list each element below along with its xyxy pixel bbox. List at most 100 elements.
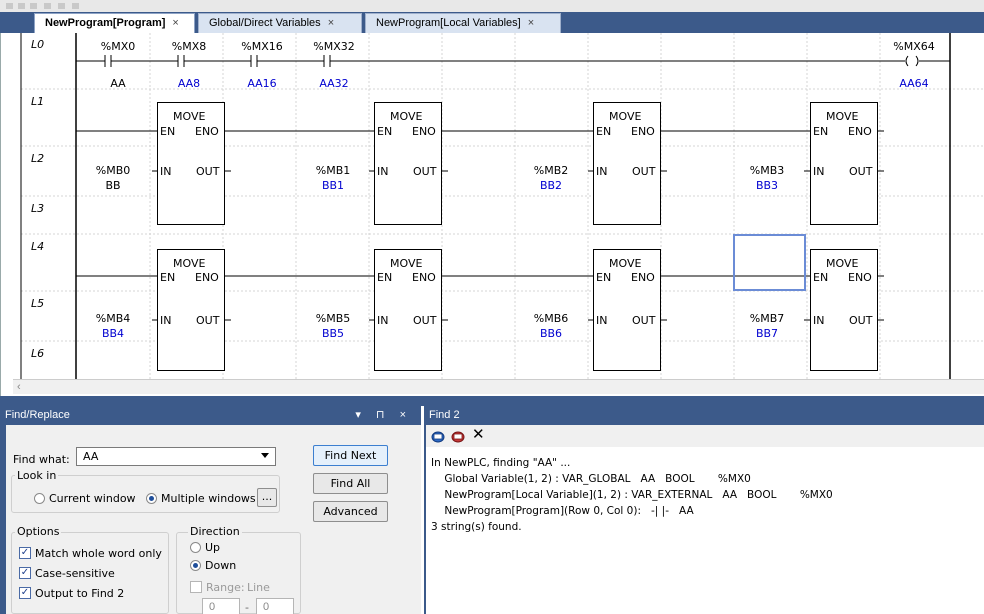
eno-pin: ENO xyxy=(195,125,219,138)
range-checkbox[interactable] xyxy=(190,581,202,593)
find2-output-line[interactable]: Global Variable(1, 2) : VAR_GLOBAL AA BO… xyxy=(431,473,751,485)
look-in-label: Look in xyxy=(15,469,59,482)
output-to-find2-label: Output to Find 2 xyxy=(35,587,125,600)
close-icon[interactable]: × xyxy=(172,17,178,29)
move-block[interactable]: MOVE EN ENO IN OUT xyxy=(374,249,442,371)
in-pin: IN xyxy=(813,314,825,327)
block-title: MOVE xyxy=(173,257,206,270)
find-replace-body: Find what: AA Look in Current window Mul… xyxy=(6,425,421,614)
range-separator: - xyxy=(245,601,249,614)
find2-toolbar: ✕ xyxy=(426,425,984,447)
out-pin: OUT xyxy=(196,314,220,327)
eno-pin: ENO xyxy=(195,271,219,284)
radio-up[interactable] xyxy=(190,542,201,553)
range-from-field[interactable]: 0 xyxy=(202,598,240,614)
rung-0[interactable] xyxy=(76,55,950,67)
move-input-address: %MB6 xyxy=(533,312,569,325)
browse-button[interactable]: ... xyxy=(257,488,277,507)
case-sensitive-checkbox[interactable]: ✓ xyxy=(19,567,31,579)
tab-new-program[interactable]: NewProgram[Program] × xyxy=(34,13,195,33)
multiple-windows-label: Multiple windows xyxy=(161,492,256,505)
cell-cursor[interactable] xyxy=(733,234,806,291)
find2-output-line[interactable]: NewProgram[Program](Row 0, Col 0): -| |-… xyxy=(431,505,693,517)
toolbar-icon xyxy=(44,3,51,9)
move-block[interactable]: MOVE EN ENO IN OUT xyxy=(810,102,878,225)
move-block[interactable]: MOVE EN ENO IN OUT xyxy=(810,249,878,371)
match-whole-word-label: Match whole word only xyxy=(35,547,162,560)
tab-label: Global/Direct Variables xyxy=(209,17,321,29)
close-icon[interactable]: × xyxy=(528,17,534,29)
coil-aa64[interactable] xyxy=(905,55,909,67)
contact-address: %MX0 xyxy=(100,40,136,53)
scroll-left-icon[interactable]: ‹ xyxy=(17,381,21,393)
toolbar-icon xyxy=(72,3,79,9)
move-block[interactable]: MOVE EN ENO IN OUT xyxy=(157,249,225,371)
move-block[interactable]: MOVE EN ENO IN OUT xyxy=(593,102,661,225)
tab-local-variables[interactable]: NewProgram[Local Variables] × xyxy=(365,13,561,33)
go-to-result-icon[interactable] xyxy=(431,429,445,443)
contact-symbol: AA xyxy=(110,77,126,90)
row-label-l0: L0 xyxy=(31,38,45,51)
find-what-combo[interactable]: AA xyxy=(76,447,276,466)
document-tab-strip: NewProgram[Program] × Global/Direct Varia… xyxy=(0,12,984,33)
in-pin: IN xyxy=(596,165,608,178)
coil-symbol: AA64 xyxy=(899,77,929,90)
range-label: Range: xyxy=(206,581,245,594)
find-what-label: Find what: xyxy=(13,453,70,466)
en-pin: EN xyxy=(813,125,829,138)
find-all-button[interactable]: Find All xyxy=(313,473,388,494)
block-title: MOVE xyxy=(173,110,206,123)
output-to-find2-checkbox[interactable]: ✓ xyxy=(19,587,31,599)
panel-title: Find 2 xyxy=(429,409,460,421)
contact-symbol: AA32 xyxy=(319,77,349,90)
move-input-symbol: BB xyxy=(105,179,121,192)
tab-global-direct-variables[interactable]: Global/Direct Variables × xyxy=(198,13,362,33)
move-input-symbol: BB5 xyxy=(321,327,345,340)
move-input-symbol: BB6 xyxy=(539,327,563,340)
ladder-editor[interactable]: L0 L1 L2 L3 L4 L5 L6 %MX0 AA %MX8 AA8 %M… xyxy=(0,33,984,396)
move-input-symbol: BB3 xyxy=(755,179,779,192)
radio-multiple-windows[interactable] xyxy=(146,493,157,504)
block-title: MOVE xyxy=(826,257,859,270)
move-input-address: %MB0 xyxy=(95,164,131,177)
panel-title: Find/Replace xyxy=(5,409,70,421)
move-input-address: %MB1 xyxy=(315,164,351,177)
match-whole-word-checkbox[interactable]: ✓ xyxy=(19,547,31,559)
row-label-l1: L1 xyxy=(31,95,45,108)
range-unit-label: Line xyxy=(247,581,270,594)
en-pin: EN xyxy=(813,271,829,284)
in-pin: IN xyxy=(377,165,389,178)
radio-current-window[interactable] xyxy=(34,493,45,504)
out-pin: OUT xyxy=(632,165,656,178)
eno-pin: ENO xyxy=(848,125,872,138)
move-block[interactable]: MOVE EN ENO IN OUT xyxy=(374,102,442,225)
move-input-address: %MB4 xyxy=(95,312,131,325)
find2-output-line[interactable]: NewProgram[Local Variable](1, 2) : VAR_E… xyxy=(431,489,832,501)
stop-search-icon[interactable] xyxy=(451,429,465,443)
move-input-symbol: BB7 xyxy=(755,327,779,340)
chevron-down-icon[interactable] xyxy=(261,453,269,458)
range-to-field[interactable]: 0 xyxy=(256,598,294,614)
horizontal-scrollbar[interactable]: ‹ xyxy=(13,379,984,394)
find2-output-line: In NewPLC, finding "AA" ... xyxy=(431,457,571,469)
radio-down[interactable] xyxy=(190,560,201,571)
clear-results-icon[interactable]: ✕ xyxy=(472,425,485,443)
panel-controls[interactable]: ▾ ⊓ × xyxy=(355,408,412,421)
out-pin: OUT xyxy=(849,314,873,327)
row-label-l4: L4 xyxy=(31,240,45,253)
out-pin: OUT xyxy=(632,314,656,327)
advanced-button[interactable]: Advanced xyxy=(313,501,388,522)
in-pin: IN xyxy=(160,314,172,327)
toolbar-strip xyxy=(0,0,984,12)
move-input-address: %MB5 xyxy=(315,312,351,325)
contact-symbol: AA16 xyxy=(247,77,277,90)
move-block[interactable]: MOVE EN ENO IN OUT xyxy=(157,102,225,225)
out-pin: OUT xyxy=(413,165,437,178)
find2-panel: Find 2 ✕ In NewPLC, finding "AA" ... Glo… xyxy=(424,406,984,614)
move-block[interactable]: MOVE EN ENO IN OUT xyxy=(593,249,661,371)
eno-pin: ENO xyxy=(631,271,655,284)
en-pin: EN xyxy=(160,125,176,138)
find-next-button[interactable]: Find Next xyxy=(313,445,388,466)
out-pin: OUT xyxy=(196,165,220,178)
close-icon[interactable]: × xyxy=(328,17,334,29)
